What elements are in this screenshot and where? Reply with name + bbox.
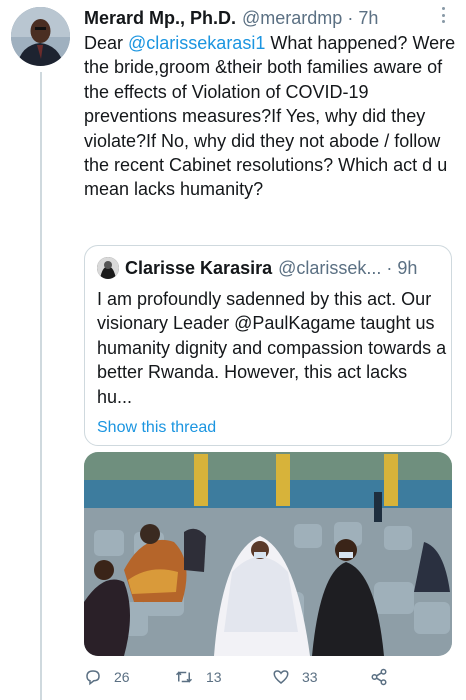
author-name[interactable]: Merard Mp., Ph.D. — [84, 8, 236, 29]
retweet-icon — [175, 671, 193, 683]
author-avatar[interactable] — [11, 7, 70, 66]
mention-link[interactable]: @clarissekarasi1 — [128, 33, 265, 53]
retweet-button[interactable]: 13 — [174, 668, 222, 686]
like-button[interactable]: 33 — [272, 668, 318, 686]
separator-dot: · — [347, 7, 354, 28]
quoted-tweet-text: I am profoundly sadenned by this act. Ou… — [97, 289, 447, 407]
tweet-header: Merard Mp., Ph.D. @merardmp · 7h — [84, 5, 436, 31]
quoted-author-avatar[interactable] — [97, 257, 119, 279]
retweet-count: 13 — [206, 669, 222, 685]
reply-icon — [86, 670, 100, 686]
share-icon — [371, 668, 387, 686]
tweet-photo[interactable] — [84, 452, 452, 656]
reply-button[interactable]: 26 — [84, 668, 130, 686]
quoted-author-handle[interactable]: @clarissek... — [278, 258, 381, 279]
show-thread-link[interactable]: Show this thread — [97, 419, 216, 437]
tweet-text-lead: Dear — [84, 33, 129, 53]
more-options-icon[interactable] — [438, 5, 448, 25]
tweet-actions: 26 13 33 — [84, 668, 424, 692]
tweet-text: Dear @clarissekarasi1 What happened? Wer… — [84, 31, 456, 202]
tweet-timestamp[interactable]: 7h — [358, 8, 378, 29]
quoted-tweet-card[interactable]: Clarisse Karasira @clarissek... · 9h I a… — [84, 245, 452, 446]
quoted-tweet-header: Clarisse Karasira @clarissek... · 9h — [97, 256, 439, 280]
quoted-separator-dot: · — [386, 257, 393, 278]
tweet-text-body: What happened? Were the bride,groom &the… — [84, 33, 461, 200]
author-handle[interactable]: @merardmp — [242, 8, 342, 29]
quoted-tweet-timestamp[interactable]: 9h — [397, 258, 417, 279]
share-button[interactable] — [370, 668, 400, 686]
thread-line — [40, 72, 42, 700]
like-count: 33 — [302, 669, 318, 685]
like-icon — [273, 670, 289, 684]
reply-count: 26 — [114, 669, 130, 685]
quoted-author-name[interactable]: Clarisse Karasira — [125, 258, 272, 279]
